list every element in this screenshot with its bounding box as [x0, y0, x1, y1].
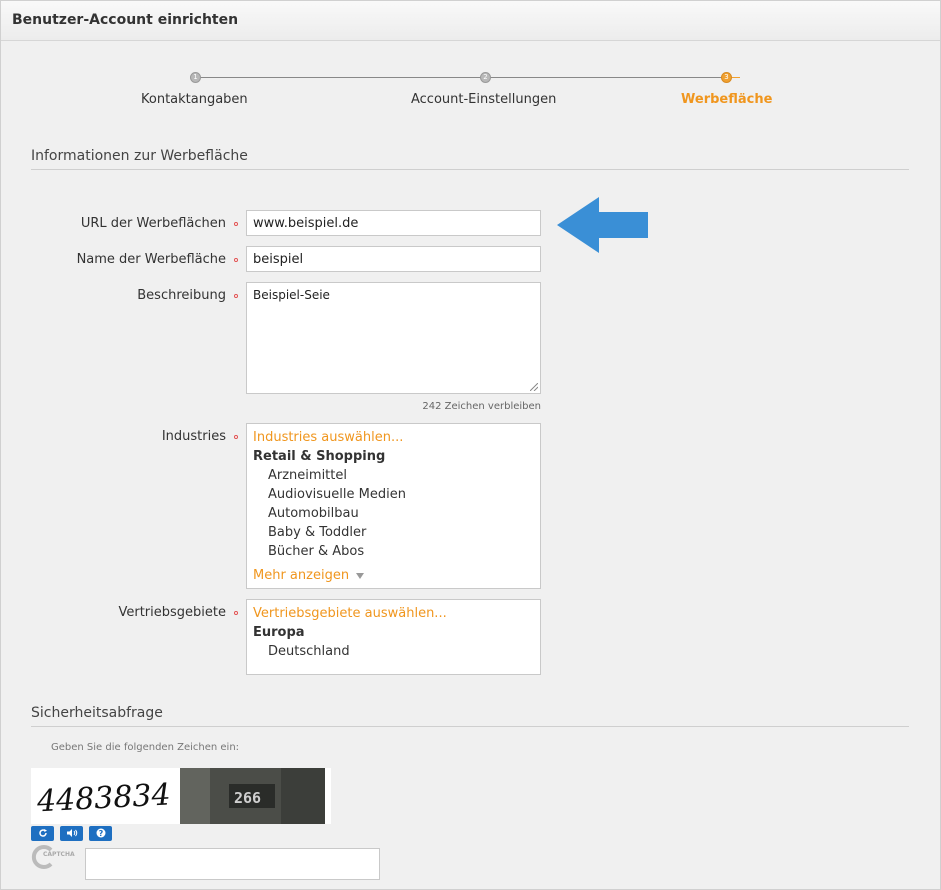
svg-text:?: ? — [98, 829, 103, 838]
industries-select[interactable]: Industries auswählen... Retail & Shoppin… — [246, 423, 541, 589]
regions-prompt[interactable]: Vertriebsgebiete auswählen... — [253, 606, 447, 621]
required-marker — [234, 294, 238, 298]
dialog-title: Benutzer-Account einrichten — [12, 12, 239, 28]
description-label: Beschreibung — [137, 288, 226, 303]
help-icon: ? — [96, 828, 105, 838]
captcha-audio-button[interactable] — [60, 826, 83, 841]
step-2-dot: 2 — [480, 72, 491, 83]
regions-group: Europa — [253, 625, 305, 640]
section-title-security: Sicherheitsabfrage — [31, 705, 163, 721]
industries-label: Industries — [161, 429, 226, 444]
regions-item[interactable]: Deutschland — [268, 644, 350, 659]
captcha-help-button[interactable]: ? — [89, 826, 112, 841]
required-marker — [234, 435, 238, 439]
url-input[interactable] — [246, 210, 541, 236]
captcha-image: 4483834 266 — [31, 768, 331, 824]
resize-grip-icon[interactable] — [530, 383, 538, 391]
captcha-text: 4483834 — [35, 777, 171, 819]
step-1-dot: 1 — [190, 72, 201, 83]
captcha-input[interactable] — [85, 848, 380, 880]
required-marker — [234, 222, 238, 226]
step-3-dot: 3 — [721, 72, 732, 83]
arrow-left-icon — [557, 197, 648, 253]
captcha-logo: CAPTCHA — [31, 844, 83, 870]
section-divider — [31, 726, 909, 727]
captcha-photo-number: 266 — [234, 789, 261, 807]
industries-item[interactable]: Audiovisuelle Medien — [268, 487, 406, 502]
section-title-werbeflaeche: Informationen zur Werbefläche — [31, 148, 248, 164]
regions-select[interactable]: Vertriebsgebiete auswählen... Europa Deu… — [246, 599, 541, 675]
industries-prompt[interactable]: Industries auswählen... — [253, 430, 403, 445]
industries-item[interactable]: Automobilbau — [268, 506, 359, 521]
step-3-label: Werbefläche — [681, 92, 773, 107]
refresh-icon — [38, 829, 47, 837]
section-divider — [31, 169, 909, 170]
titlebar: Benutzer-Account einrichten — [1, 1, 940, 41]
required-marker — [234, 611, 238, 615]
show-more-link[interactable]: Mehr anzeigen — [253, 568, 365, 583]
step-connector — [195, 77, 485, 78]
chevron-down-icon — [356, 573, 365, 579]
regions-label: Vertriebsgebiete — [118, 605, 226, 620]
step-1-label: Kontaktangaben — [141, 92, 248, 107]
industries-item[interactable]: Arzneimittel — [268, 468, 347, 483]
url-label: URL der Werbeflächen — [80, 216, 226, 231]
required-marker — [234, 258, 238, 262]
industries-group: Retail & Shopping — [253, 449, 386, 464]
captcha-refresh-button[interactable] — [31, 826, 54, 841]
audio-icon — [66, 829, 77, 837]
captcha-brand: CAPTCHA — [43, 851, 75, 858]
name-label: Name der Werbefläche — [76, 252, 226, 267]
description-text: Beispiel-Seie — [253, 288, 330, 302]
char-counter: 242 Zeichen verbleiben — [422, 401, 541, 412]
name-input[interactable] — [246, 246, 541, 272]
industries-item[interactable]: Bücher & Abos — [268, 544, 364, 559]
industries-item[interactable]: Baby & Toddler — [268, 525, 366, 540]
description-textarea[interactable]: Beispiel-Seie — [246, 282, 541, 394]
show-more-label: Mehr anzeigen — [253, 568, 350, 583]
step-connector — [485, 77, 726, 78]
captcha-hint: Geben Sie die folgenden Zeichen ein: — [51, 742, 240, 753]
step-2-label: Account-Einstellungen — [411, 92, 557, 107]
